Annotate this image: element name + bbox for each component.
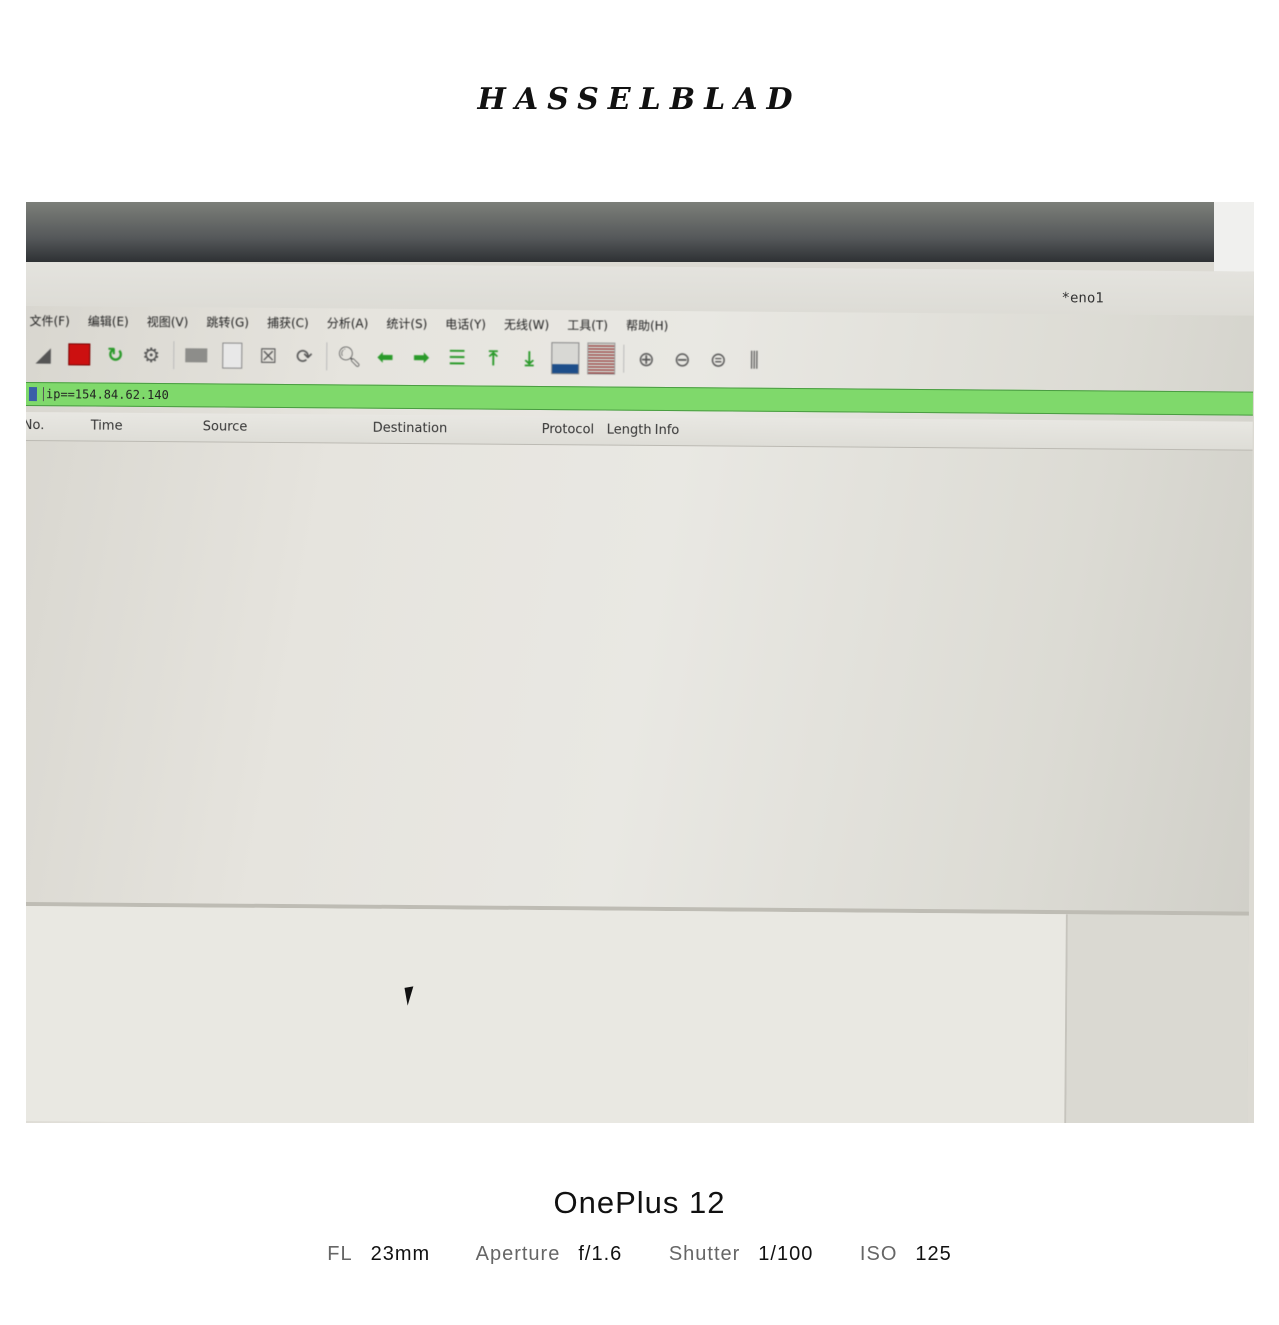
exif-key-aperture: Aperture (475, 1243, 561, 1265)
bookmark-icon[interactable] (28, 387, 38, 402)
exif-value-fl: 23mm (370, 1243, 431, 1265)
menu-help[interactable]: 帮助(H) (626, 317, 669, 334)
open-file-button[interactable] (182, 341, 210, 369)
exif-key-iso: ISO (859, 1243, 898, 1265)
background-wall (1214, 202, 1254, 272)
display-filter-bar[interactable]: ip==154.84.62.140 (26, 381, 1254, 416)
main-toolbar: ◢ ↻ ⚙ ☒ ⟳ 🔍︎ ⬅ ➡ ☰ ⤒ ⤓ ⊕ ⊖ ⊜ ⫼ (29, 334, 768, 380)
exif-line: FL 23mm Aperture f/1.6 Shutter 1/100 ISO 125 (0, 1243, 1279, 1266)
packet-details-pane[interactable] (26, 905, 1068, 1123)
exif-value-shutter: 1/100 (758, 1243, 814, 1265)
menu-telephony[interactable]: 电话(Y) (445, 315, 486, 332)
stop-capture-button[interactable] (65, 340, 93, 368)
menu-view[interactable]: 视图(V) (147, 313, 189, 330)
column-no[interactable]: No. (26, 418, 44, 433)
autoscroll-button[interactable] (551, 342, 580, 375)
column-source[interactable]: Source (203, 419, 248, 434)
restart-capture-button[interactable]: ↻ (101, 341, 129, 369)
find-packet-search-icon[interactable]: 🔍︎ (335, 342, 363, 370)
normal-size-icon[interactable]: ⊜ (704, 345, 732, 373)
go-back-arrow-icon[interactable]: ⬅ (371, 343, 399, 371)
menu-tools[interactable]: 工具(T) (567, 316, 608, 333)
close-file-button[interactable]: ☒ (254, 342, 282, 370)
reload-file-button[interactable]: ⟳ (290, 342, 318, 370)
stop-icon (68, 343, 91, 366)
screen-photo: *eno1 文件(F) 编辑(E) 视图(V) 跳转(G) 捕获(C) 分析(A… (26, 202, 1254, 1123)
go-first-packet-icon[interactable]: ⤒ (479, 344, 507, 372)
packet-bytes-pane[interactable] (1066, 914, 1249, 1123)
menu-analyze[interactable]: 分析(A) (327, 314, 369, 331)
autoscroll-icon (551, 342, 580, 375)
go-to-packet-icon[interactable]: ☰ (443, 343, 471, 371)
brand-logo: HASSELBLAD (477, 82, 802, 117)
go-last-packet-icon[interactable]: ⤓ (515, 344, 543, 372)
colorize-button[interactable] (587, 342, 616, 375)
colorize-icon (587, 342, 616, 375)
shark-fin-icon[interactable]: ◢ (29, 340, 57, 368)
zoom-out-icon[interactable]: ⊖ (668, 345, 696, 373)
menu-capture[interactable]: 捕获(C) (267, 314, 309, 331)
column-length[interactable]: Length (607, 423, 652, 438)
exif-key-fl: FL (327, 1243, 353, 1265)
menu-statistics[interactable]: 统计(S) (386, 315, 427, 332)
exif-key-shutter: Shutter (668, 1243, 741, 1265)
column-destination[interactable]: Destination (373, 421, 448, 437)
toolbar-separator (326, 342, 328, 371)
exif-value-iso: 125 (915, 1243, 952, 1265)
monitor-bezel (26, 202, 1254, 262)
column-time[interactable]: Time (91, 419, 123, 434)
toolbar-separator (623, 344, 625, 373)
photo-frame: HASSELBLAD *eno1 文件(F) 编辑(E) 视图(V) 跳转(G)… (0, 0, 1279, 1325)
menu-wireless[interactable]: 无线(W) (504, 316, 549, 333)
menu-file[interactable]: 文件(F) (29, 312, 69, 329)
title-bar: *eno1 (26, 262, 1254, 316)
wireshark-window: *eno1 文件(F) 编辑(E) 视图(V) 跳转(G) 捕获(C) 分析(A… (26, 262, 1254, 1123)
document-icon (222, 342, 243, 369)
exif-value-aperture: f/1.6 (578, 1243, 623, 1265)
device-name: OnePlus 12 (553, 1185, 726, 1220)
menu-edit[interactable]: 编辑(E) (88, 312, 129, 329)
display-filter-input[interactable]: ip==154.84.62.140 (42, 387, 169, 403)
go-forward-arrow-icon[interactable]: ➡ (407, 343, 435, 371)
save-file-button[interactable] (218, 342, 246, 370)
capture-options-gear-icon[interactable]: ⚙ (137, 341, 165, 369)
resize-columns-icon[interactable]: ⫼ (740, 346, 768, 374)
window-title: *eno1 (1061, 290, 1104, 307)
packet-list-pane[interactable] (26, 440, 1253, 910)
folder-icon (185, 348, 208, 363)
menu-bar: 文件(F) 编辑(E) 视图(V) 跳转(G) 捕获(C) 分析(A) 统计(S… (29, 312, 668, 334)
column-info[interactable]: Info (655, 423, 680, 438)
menu-go[interactable]: 跳转(G) (206, 313, 249, 330)
zoom-in-icon[interactable]: ⊕ (632, 345, 660, 373)
column-protocol[interactable]: Protocol (542, 422, 595, 437)
toolbar-separator (173, 341, 175, 370)
